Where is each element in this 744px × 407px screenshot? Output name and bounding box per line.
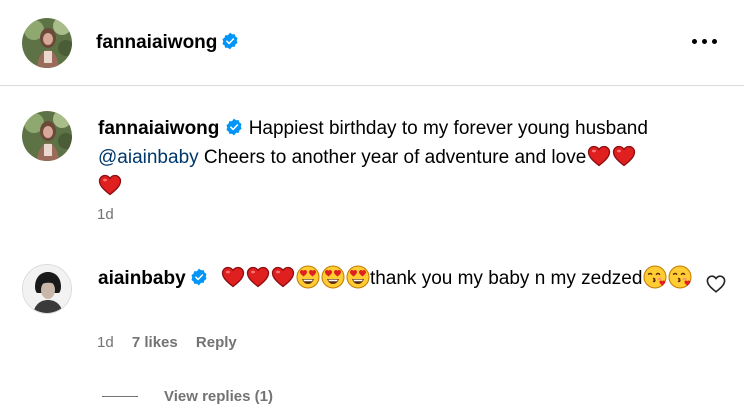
avatar[interactable]: [22, 18, 72, 68]
verified-badge-icon: [225, 118, 243, 136]
kissing-face-icon: [643, 265, 667, 289]
username-text[interactable]: fannaiaiwong: [96, 32, 217, 53]
verified-badge-icon: [221, 32, 239, 50]
avatar[interactable]: [22, 264, 72, 314]
heart-eyes-icon: [321, 265, 345, 289]
view-replies: View replies (1): [102, 386, 273, 406]
header-username[interactable]: fannaiaiwong: [96, 32, 239, 54]
heart-eyes-icon: [296, 265, 320, 289]
caption-timestamp[interactable]: 1d: [97, 206, 114, 223]
red-heart-icon: [587, 145, 611, 167]
red-heart-icon: [612, 145, 636, 167]
caption-username[interactable]: fannaiaiwong: [98, 118, 219, 139]
comment-message: thank you my baby n my zedzed: [369, 268, 643, 289]
more-options-icon[interactable]: [692, 34, 718, 48]
kissing-face-icon: [668, 265, 692, 289]
heart-outline-icon[interactable]: [706, 275, 726, 293]
likes-count[interactable]: 7 likes: [132, 334, 178, 351]
avatar[interactable]: [22, 111, 72, 161]
comment-username[interactable]: aiainbaby: [98, 268, 186, 289]
caption-text: fannaiaiwong Happiest birthday to my for…: [98, 114, 718, 201]
red-heart-icon: [221, 266, 245, 288]
heart-eyes-icon: [346, 265, 370, 289]
comment-timestamp[interactable]: 1d: [97, 334, 114, 351]
caption-text-part: Happiest birthday to my forever young hu…: [248, 118, 648, 139]
comment-meta: 1d 7 likes Reply: [97, 334, 251, 351]
verified-badge-icon: [190, 268, 208, 286]
red-heart-icon: [271, 266, 295, 288]
divider-line: [102, 395, 138, 397]
red-heart-icon: [98, 174, 122, 196]
view-replies-button[interactable]: View replies (1): [164, 388, 273, 405]
red-heart-icon: [246, 266, 270, 288]
comment-text: aiainbaby thank you my baby n my zedzed: [98, 264, 698, 293]
caption-text-part: Cheers to another year of adventure and …: [203, 147, 587, 168]
mention-link[interactable]: @aiainbaby: [98, 147, 199, 168]
post-header: fannaiaiwong: [0, 0, 744, 86]
reply-button[interactable]: Reply: [196, 334, 237, 351]
